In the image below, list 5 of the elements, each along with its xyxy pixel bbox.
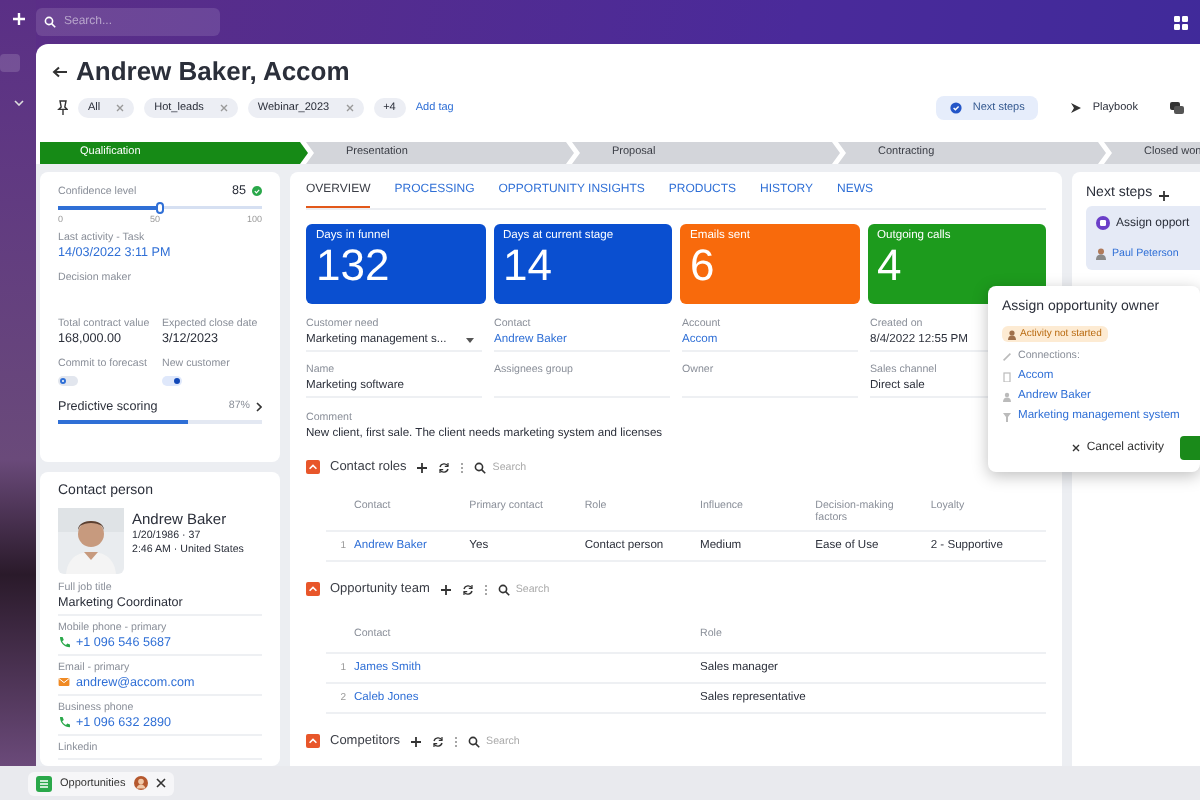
tile-value: 4 [877,242,902,290]
tile-value: 14 [503,242,554,290]
tile-value: 132 [316,242,392,290]
record-title: Andrew Baker, Accom [76,56,350,86]
tile-value: 6 [690,242,717,290]
